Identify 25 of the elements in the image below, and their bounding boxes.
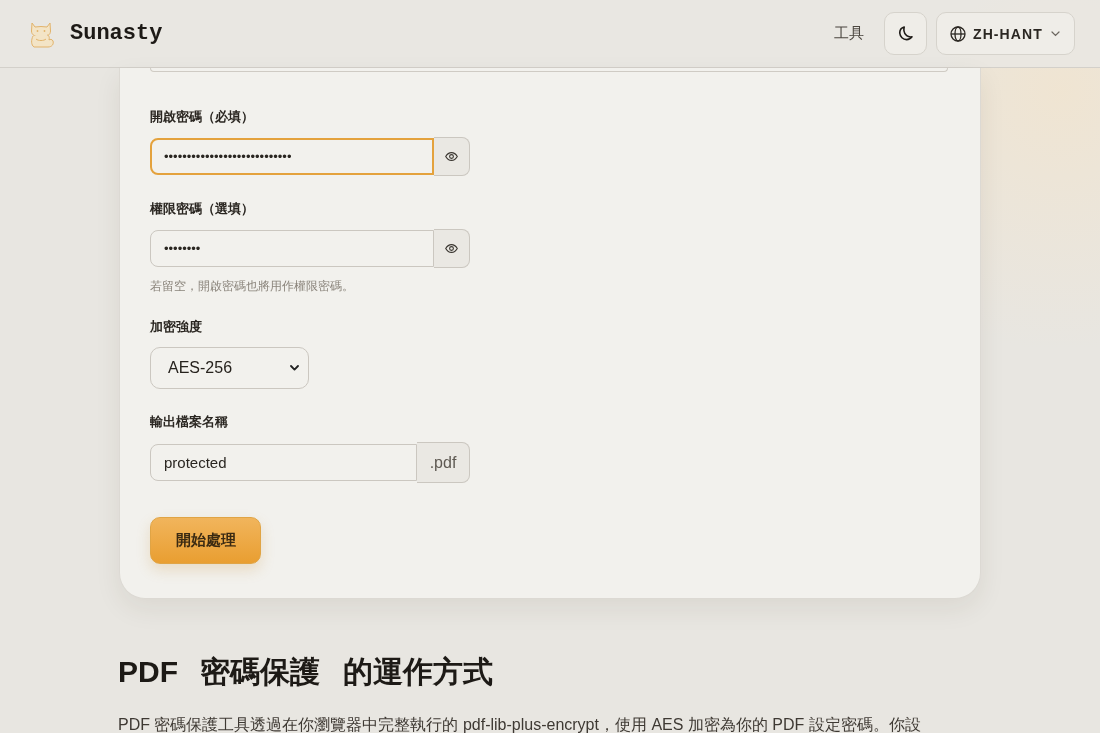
hint-text: 若留空，開啟密碼也將用作權限密碼。 (150, 278, 354, 294)
nav-link[interactable]: 工具 (834, 24, 864, 43)
language-selector[interactable]: ZH-HANT (936, 12, 1075, 55)
field-label: 開啟密碼（必填） (150, 108, 254, 126)
show-password-button[interactable] (434, 229, 470, 268)
moon-icon (898, 26, 913, 41)
start-button[interactable]: 開始處理 (150, 517, 261, 564)
field-label: 加密強度 (150, 318, 202, 336)
password-field[interactable]: •••••••••••••••••••••••••••• (150, 138, 434, 175)
show-password-button[interactable] (434, 137, 470, 176)
brand-name: Sunasty (70, 21, 163, 46)
section-paragraph: PDF 密碼保護工具透過在你瀏覽器中完整執行的 pdf-lib-plus-encrypt，使用 AES 加密為你的 PDF 設定密碼。你設 (118, 715, 921, 733)
filename-field[interactable]: protected (150, 444, 417, 481)
globe-icon (950, 25, 966, 42)
dropdown[interactable]: AES-256 (150, 347, 309, 389)
field-label: 權限密碼（選填） (150, 200, 254, 218)
file-extension-label: .pdf (417, 442, 470, 483)
field-label: 輸出檔案名稱 (150, 413, 228, 431)
chevron-down-icon (290, 365, 299, 371)
password-field[interactable]: •••••••• (150, 230, 434, 267)
eye-icon (445, 152, 458, 161)
theme-toggle-button[interactable] (884, 12, 927, 55)
eye-icon (445, 244, 458, 253)
section-heading: PDF 密碼保護 的運作方式 (118, 654, 493, 690)
chevron-down-icon (1051, 30, 1060, 37)
